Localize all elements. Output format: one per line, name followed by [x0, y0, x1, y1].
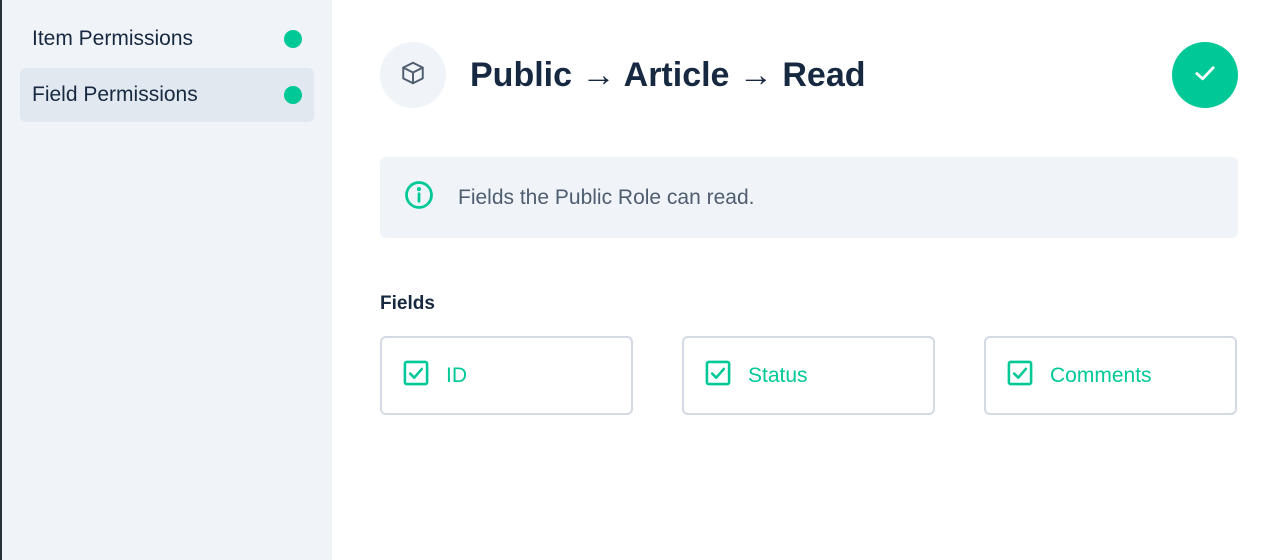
notice-text: Fields the Public Role can read. [458, 185, 755, 209]
confirm-button[interactable] [1172, 42, 1238, 108]
checkbox-checked-icon [704, 359, 732, 392]
sidebar-item-label: Field Permissions [32, 83, 198, 106]
check-icon [1191, 59, 1219, 92]
app-window: Item Permissions Field Permissions Publi… [0, 0, 1280, 560]
checkbox-checked-icon [1006, 359, 1034, 392]
field-checkbox-status[interactable]: Status [682, 336, 935, 415]
field-checkbox-id[interactable]: ID [380, 336, 633, 415]
box-icon [400, 60, 426, 91]
sidebar-item-label: Item Permissions [32, 27, 194, 50]
field-checkbox-comments[interactable]: Comments [984, 336, 1237, 415]
field-label: Comments [1050, 363, 1152, 387]
sidebar: Item Permissions Field Permissions [2, 0, 332, 560]
info-notice: Fields the Public Role can read. [380, 157, 1238, 238]
status-dot-icon [284, 30, 302, 48]
sidebar-item-field-permissions[interactable]: Field Permissions [20, 68, 314, 122]
collection-icon-badge [380, 42, 446, 108]
fields-heading: Fields [380, 293, 435, 314]
checkbox-checked-icon [402, 359, 430, 392]
info-icon [404, 180, 434, 215]
page-title: Public → Article → Read [470, 56, 866, 94]
sidebar-item-item-permissions[interactable]: Item Permissions [20, 12, 314, 66]
field-label: Status [748, 363, 808, 387]
main-panel: Public → Article → Read Fields the Publi… [332, 0, 1280, 560]
field-label: ID [446, 363, 467, 387]
status-dot-icon [284, 86, 302, 104]
